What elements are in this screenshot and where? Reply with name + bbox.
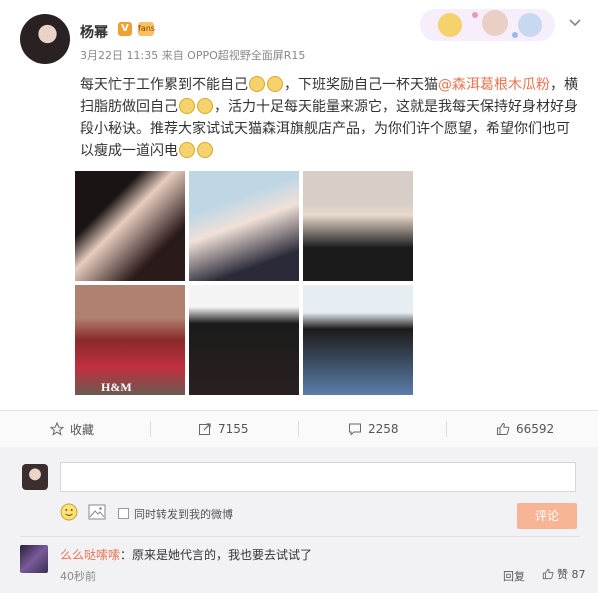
favorite-button[interactable]: 收藏 bbox=[50, 411, 94, 447]
fan-badge: fans bbox=[138, 22, 155, 36]
comment-icon bbox=[349, 423, 361, 436]
reply-button[interactable]: 回复 bbox=[503, 568, 525, 584]
post-photo[interactable] bbox=[189, 285, 299, 395]
post-text-part1: 每天忙于工作累到不能自己 bbox=[80, 77, 248, 93]
poster-avatar[interactable] bbox=[20, 14, 70, 64]
action-bar: 收藏 7155 2258 66592 bbox=[0, 410, 598, 448]
repost-checkbox[interactable] bbox=[118, 508, 129, 519]
like-button[interactable]: 66592 bbox=[496, 411, 554, 447]
grin-emoji-icon bbox=[179, 142, 195, 158]
grin-emoji-icon bbox=[179, 98, 195, 114]
grin-emoji-icon bbox=[197, 98, 213, 114]
verified-badge: V bbox=[118, 22, 132, 36]
post-meta: 3月22日 11:35 来自 OPPO超视野全面屏R15 bbox=[80, 49, 306, 62]
image-icon[interactable] bbox=[88, 504, 106, 520]
post-text: 每天忙于工作累到不能自己 ，下班奖励自己一杯天猫@森洱葛根木瓜粉，横扫脂肪做回自己… bbox=[80, 74, 580, 162]
more-chevron-icon[interactable] bbox=[568, 18, 582, 28]
comment-item: 么么哒嗦嗦：原来是她代言的，我也要去试试了 bbox=[60, 546, 312, 563]
grin-emoji-icon bbox=[197, 142, 213, 158]
repost-checkbox-label: 同时转发到我的微博 bbox=[134, 508, 233, 521]
favorite-star-icon bbox=[50, 422, 64, 436]
comment-like-button[interactable]: 赞 87 bbox=[542, 566, 586, 582]
post-photo[interactable] bbox=[303, 285, 413, 395]
post-photo[interactable] bbox=[75, 171, 185, 281]
commenter-username[interactable]: 么么哒嗦嗦 bbox=[60, 548, 120, 562]
comment-divider bbox=[20, 536, 580, 537]
post-photo[interactable] bbox=[303, 171, 413, 281]
favorite-label: 收藏 bbox=[70, 422, 95, 437]
divider bbox=[298, 421, 299, 437]
post-photo[interactable] bbox=[189, 171, 299, 281]
divider bbox=[150, 421, 151, 437]
smile-icon[interactable] bbox=[60, 503, 78, 521]
submit-comment-button[interactable]: 评论 bbox=[517, 503, 577, 529]
repost-count: 7155 bbox=[218, 422, 249, 436]
like-thumb-icon bbox=[497, 422, 510, 435]
comment-like-label: 赞 bbox=[557, 568, 568, 581]
divider bbox=[446, 421, 447, 437]
mention-link[interactable]: @森洱葛根木瓜粉 bbox=[438, 77, 550, 93]
photo-caption: H&M bbox=[101, 380, 132, 394]
like-count: 66592 bbox=[516, 422, 555, 436]
comment-input[interactable] bbox=[60, 462, 576, 492]
comment-time: 40秒前 bbox=[60, 570, 96, 583]
comment-button[interactable]: 2258 bbox=[348, 411, 399, 447]
like-thumb-icon bbox=[542, 568, 554, 580]
post-photo[interactable] bbox=[75, 285, 185, 395]
commenter-avatar[interactable] bbox=[20, 545, 48, 573]
post-text-part2: ，下班奖励自己一杯天猫 bbox=[284, 77, 438, 93]
repost-icon bbox=[199, 423, 211, 435]
current-user-avatar[interactable] bbox=[22, 464, 48, 490]
decorative-card-banner bbox=[420, 9, 555, 41]
comment-like-count: 87 bbox=[571, 567, 586, 581]
repost-button[interactable]: 7155 bbox=[198, 411, 249, 447]
comment-count: 2258 bbox=[368, 422, 399, 436]
laugh-emoji-icon bbox=[267, 76, 283, 92]
comment-text: ：原来是她代言的，我也要去试试了 bbox=[120, 548, 313, 562]
poster-username[interactable]: 杨幂 bbox=[80, 22, 108, 42]
laugh-emoji-icon bbox=[249, 76, 265, 92]
